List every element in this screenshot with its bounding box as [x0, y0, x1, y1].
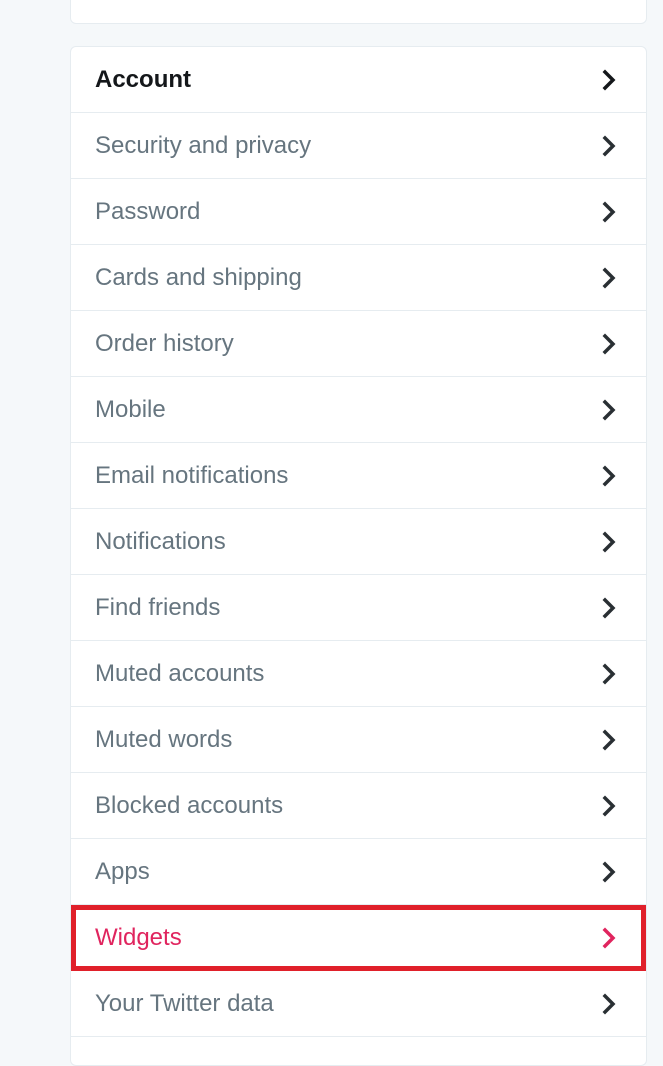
menu-item-label: Order history: [95, 329, 234, 357]
chevron-right-icon: [598, 663, 620, 685]
menu-item-mobile[interactable]: Mobile: [71, 377, 646, 443]
menu-item-blocked-accounts[interactable]: Blocked accounts: [71, 773, 646, 839]
chevron-right-icon: [598, 201, 620, 223]
menu-item-label: Notifications: [95, 527, 226, 555]
menu-item-label: Cards and shipping: [95, 263, 302, 291]
menu-item-label: Widgets: [95, 923, 182, 951]
chevron-right-icon: [598, 531, 620, 553]
chevron-right-icon: [598, 861, 620, 883]
menu-item-muted-words[interactable]: Muted words: [71, 707, 646, 773]
chevron-right-icon: [598, 267, 620, 289]
chevron-right-icon: [598, 927, 620, 949]
chevron-right-icon: [598, 69, 620, 91]
menu-item-label: Email notifications: [95, 461, 289, 489]
menu-item-notifications[interactable]: Notifications: [71, 509, 646, 575]
menu-item-label: Apps: [95, 857, 150, 885]
menu-item-label: Security and privacy: [95, 131, 312, 159]
chevron-right-icon: [598, 399, 620, 421]
menu-item-your-twitter-data[interactable]: Your Twitter data: [71, 971, 646, 1037]
menu-item-widgets[interactable]: Widgets: [71, 905, 646, 971]
top-card: [70, 0, 647, 24]
menu-item-label: Find friends: [95, 593, 221, 621]
chevron-right-icon: [598, 465, 620, 487]
menu-item-account[interactable]: Account: [71, 47, 646, 113]
menu-item-label: Your Twitter data: [95, 989, 274, 1017]
menu-item-security-and-privacy[interactable]: Security and privacy: [71, 113, 646, 179]
chevron-right-icon: [598, 729, 620, 751]
chevron-right-icon: [598, 993, 620, 1015]
menu-item-order-history[interactable]: Order history: [71, 311, 646, 377]
menu-item-label: Password: [95, 197, 201, 225]
menu-item-password[interactable]: Password: [71, 179, 646, 245]
chevron-right-icon: [598, 597, 620, 619]
menu-item-apps[interactable]: Apps: [71, 839, 646, 905]
menu-item-find-friends[interactable]: Find friends: [71, 575, 646, 641]
settings-menu: Account Security and privacy Password Ca…: [70, 46, 647, 1066]
menu-item-label: Account: [95, 65, 191, 93]
menu-item-label: Blocked accounts: [95, 791, 284, 819]
menu-item-label: Muted accounts: [95, 659, 265, 687]
menu-item-muted-accounts[interactable]: Muted accounts: [71, 641, 646, 707]
chevron-right-icon: [598, 333, 620, 355]
menu-item-email-notifications[interactable]: Email notifications: [71, 443, 646, 509]
menu-item-label: Mobile: [95, 395, 166, 423]
menu-item-cards-and-shipping[interactable]: Cards and shipping: [71, 245, 646, 311]
menu-item-label: Muted words: [95, 725, 233, 753]
chevron-right-icon: [598, 135, 620, 157]
chevron-right-icon: [598, 795, 620, 817]
